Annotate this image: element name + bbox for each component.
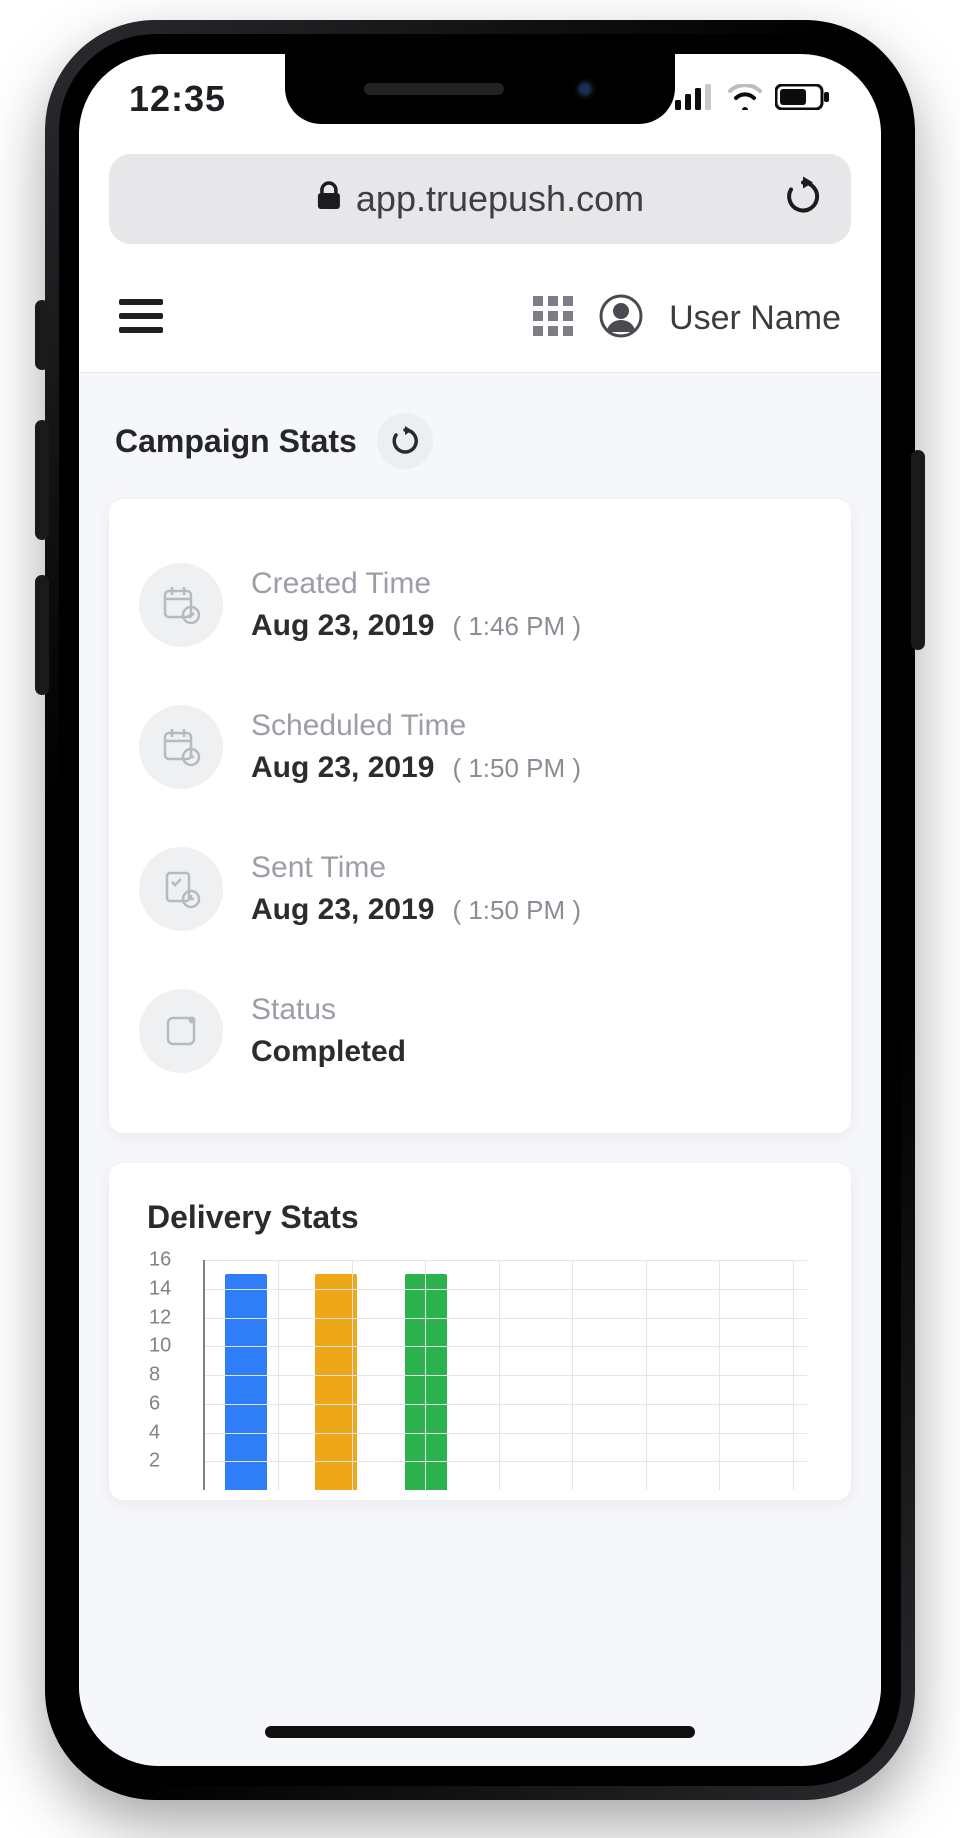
grid-line — [205, 1375, 807, 1376]
grid-line — [719, 1260, 720, 1490]
volume-up-button[interactable] — [35, 420, 49, 540]
grid-line — [499, 1260, 500, 1490]
delivery-stats-card: Delivery Stats 16 14 12 10 8 6 4 2 — [109, 1163, 851, 1500]
grid-line — [278, 1260, 279, 1490]
y-tick: 12 — [149, 1306, 171, 1329]
phone-frame: 12:35 — [45, 20, 915, 1800]
stat-label: Sent Time — [251, 851, 581, 885]
stat-label: Scheduled Time — [251, 709, 581, 743]
wifi-icon — [727, 84, 763, 115]
stat-value: Completed — [251, 1035, 406, 1069]
front-camera — [574, 78, 596, 100]
stat-sent-time: Sent Time Aug 23, 2019 ( 1:50 PM ) — [139, 847, 821, 931]
status-icon — [139, 989, 223, 1073]
file-clock-icon — [139, 847, 223, 931]
stat-created-time: Created Time Aug 23, 2019 ( 1:46 PM ) — [139, 563, 821, 647]
campaign-stats-card: Created Time Aug 23, 2019 ( 1:46 PM ) — [109, 499, 851, 1133]
app-header: User Name — [79, 264, 881, 373]
grid-line — [572, 1260, 573, 1490]
stat-status: Status Completed — [139, 989, 821, 1073]
grid-line — [205, 1461, 807, 1462]
stat-value: Aug 23, 2019 — [251, 751, 434, 785]
stat-label: Status — [251, 993, 424, 1027]
mute-switch[interactable] — [35, 300, 49, 370]
hamburger-icon[interactable] — [119, 299, 163, 338]
url-text: app.truepush.com — [356, 178, 644, 220]
stat-time: ( 1:50 PM ) — [452, 753, 581, 784]
notch — [285, 54, 675, 124]
grid-line — [793, 1260, 794, 1490]
y-tick: 16 — [149, 1249, 171, 1272]
status-time: 12:35 — [129, 78, 226, 120]
chart-bar — [225, 1274, 267, 1490]
y-tick: 14 — [149, 1277, 171, 1300]
chart-bar — [315, 1274, 357, 1490]
screen: 12:35 — [79, 54, 881, 1766]
y-tick: 10 — [149, 1335, 171, 1358]
stat-label: Created Time — [251, 567, 581, 601]
grid-line — [205, 1289, 807, 1290]
stat-time: ( 1:50 PM ) — [452, 895, 581, 926]
grid-line — [352, 1260, 353, 1490]
avatar-icon[interactable] — [599, 294, 643, 343]
y-tick: 2 — [149, 1450, 160, 1473]
y-tick: 6 — [149, 1392, 160, 1415]
campaign-stats-header: Campaign Stats — [79, 373, 881, 499]
grid-line — [205, 1404, 807, 1405]
lock-icon — [316, 178, 342, 220]
volume-down-button[interactable] — [35, 575, 49, 695]
stat-value: Aug 23, 2019 — [251, 893, 434, 927]
grid-line — [425, 1260, 426, 1490]
calendar-check-icon — [139, 563, 223, 647]
page-body: Campaign Stats — [79, 373, 881, 1766]
calendar-clock-icon — [139, 705, 223, 789]
y-tick: 8 — [149, 1364, 160, 1387]
grid-line — [205, 1318, 807, 1319]
delivery-bar-chart: 161412108642 — [149, 1260, 811, 1490]
stat-time: ( 1:46 PM ) — [452, 611, 581, 642]
browser-bar: app.truepush.com — [79, 144, 881, 264]
delivery-stats-title: Delivery Stats — [147, 1199, 821, 1236]
stat-value: Aug 23, 2019 — [251, 609, 434, 643]
y-tick: 4 — [149, 1421, 160, 1444]
campaign-stats-title: Campaign Stats — [115, 423, 357, 460]
power-button[interactable] — [911, 450, 925, 650]
apps-grid-icon[interactable] — [533, 296, 573, 341]
grid-line — [205, 1260, 807, 1261]
cellular-icon — [675, 84, 715, 115]
grid-line — [205, 1346, 807, 1347]
address-bar[interactable]: app.truepush.com — [109, 154, 851, 244]
reload-icon[interactable] — [783, 177, 823, 222]
speaker-grille — [364, 83, 504, 95]
refresh-button[interactable] — [377, 413, 433, 469]
stat-scheduled-time: Scheduled Time Aug 23, 2019 ( 1:50 PM ) — [139, 705, 821, 789]
grid-line — [205, 1433, 807, 1434]
battery-icon — [775, 84, 831, 115]
home-indicator[interactable] — [265, 1726, 695, 1738]
user-name-label[interactable]: User Name — [669, 299, 841, 338]
grid-line — [646, 1260, 647, 1490]
